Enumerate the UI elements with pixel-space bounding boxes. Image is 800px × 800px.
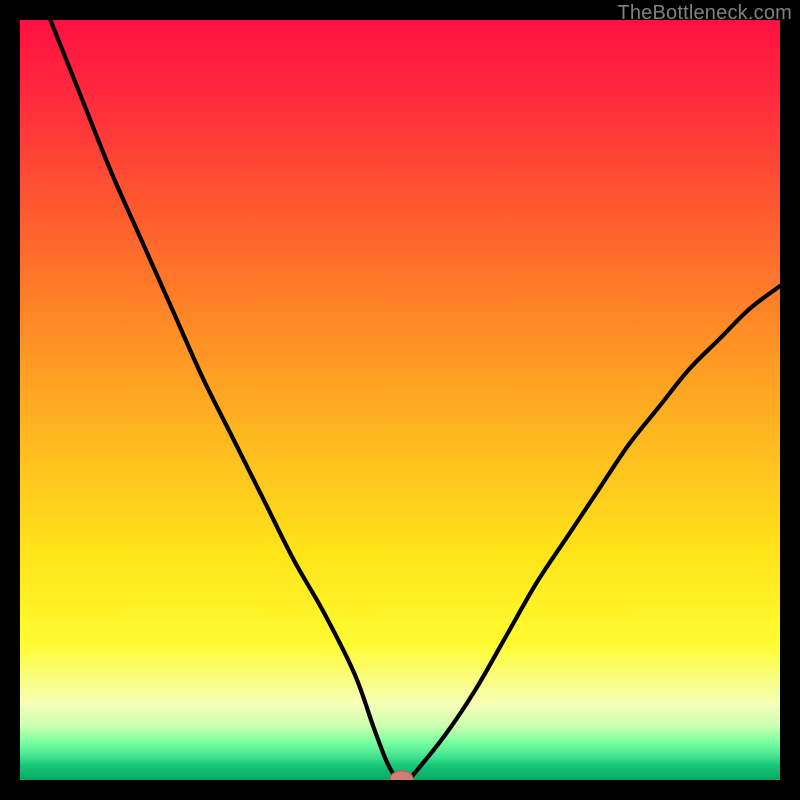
chart-frame: TheBottleneck.com <box>0 0 800 800</box>
plot-area <box>20 20 780 780</box>
curve-layer <box>20 20 780 780</box>
bottleneck-curve <box>50 20 780 780</box>
attribution-text: TheBottleneck.com <box>617 2 792 25</box>
